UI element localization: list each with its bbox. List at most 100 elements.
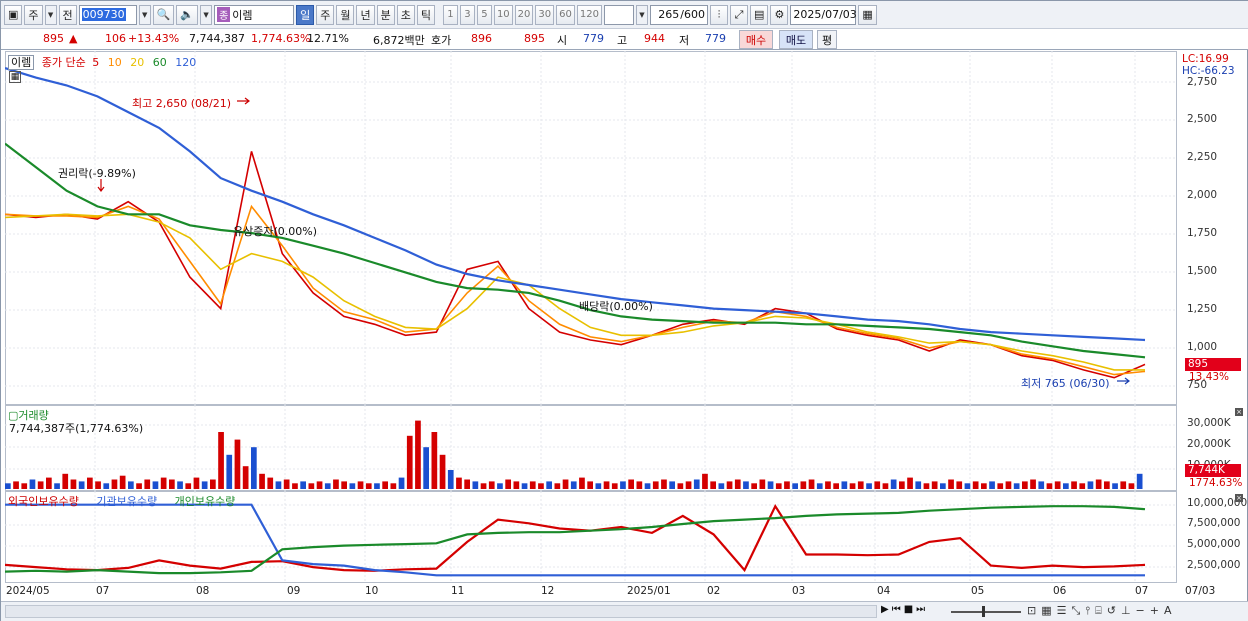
stop-icon[interactable]: ■ (904, 604, 913, 615)
volume-bar (1112, 483, 1118, 489)
volume-bar (636, 481, 643, 489)
reset-icon[interactable]: ↺ (1107, 604, 1116, 618)
speaker-icon[interactable]: 🔈 (176, 4, 199, 25)
fast-forward-icon[interactable]: ⏭ (916, 604, 925, 615)
evaluate-button[interactable]: 평 (817, 30, 837, 49)
font-size-icon[interactable]: A (1164, 604, 1172, 618)
list-icon[interactable]: ☰ (1057, 604, 1067, 618)
legend-foreign[interactable]: 외국인보유수량 (8, 495, 79, 508)
hoga-label: 호가 (431, 34, 452, 47)
candle-type-icon[interactable]: ⫶ (709, 4, 728, 25)
fit-icon[interactable]: ⌸ (1095, 604, 1102, 618)
volume-bar (324, 483, 331, 489)
period-day[interactable]: 일 (296, 4, 315, 25)
volume-bar (718, 483, 725, 489)
chart-window: ▣ 주 ▼ 전 009730 ▼ 🔍 🔈 ▼ 종 이렘 일 주 월 년 분 초 틱… (0, 0, 1248, 621)
search-icon[interactable]: 🔍 (152, 4, 175, 25)
volume-bar (13, 481, 19, 489)
interval-1[interactable]: 1 (442, 4, 458, 25)
volume-bar (915, 481, 922, 489)
split-icon[interactable]: ⊡ (1027, 604, 1036, 618)
volume-value: 7,744,387 (189, 32, 245, 45)
draw-tool-icon[interactable]: ⤢ (729, 4, 748, 25)
zoom-slider[interactable] (951, 611, 1021, 613)
right-tools: ⊡ ▦ ☰ ⤡ ⫯ ⌸ ↺ ⊥ − + A (1027, 604, 1172, 618)
lc-label: LC:16.99 (1182, 53, 1229, 65)
x-tick: 2024/05 (6, 585, 50, 597)
volume-chart[interactable] (5, 405, 1177, 491)
plus-icon[interactable]: + (1150, 604, 1159, 618)
period-month[interactable]: 월 (336, 4, 355, 25)
volume-bar (546, 481, 552, 489)
settings-gear-icon[interactable]: ⚙ (770, 4, 789, 25)
pane-close-icon[interactable]: × (1235, 408, 1243, 416)
period-week[interactable]: 주 (316, 4, 335, 25)
interval-20[interactable]: 20 (514, 4, 534, 25)
rewind-icon[interactable]: ⏮ (892, 604, 901, 615)
x-tick: 04 (877, 585, 891, 597)
interval-30[interactable]: 30 (535, 4, 555, 25)
save-icon[interactable]: ▤ (749, 4, 769, 25)
volume-bar (989, 481, 995, 489)
sell-button[interactable]: 매도 (779, 30, 813, 49)
pin-icon[interactable]: ⊥ (1121, 604, 1131, 618)
interval-5[interactable]: 5 (476, 4, 492, 25)
period-tick[interactable]: 틱 (416, 4, 435, 25)
volume-bar (554, 483, 561, 489)
stock-name-field[interactable]: 종 이렘 (214, 4, 295, 25)
pane-close-icon[interactable]: × (1235, 494, 1243, 502)
annotation-high: 최고 2,650 (08/21) (132, 97, 232, 110)
market-dropdown-icon[interactable]: ▼ (44, 4, 57, 25)
code-dropdown-icon[interactable]: ▼ (138, 4, 151, 25)
window-menu-icon[interactable]: ▣ (4, 4, 23, 25)
interval-3[interactable]: 3 (459, 4, 475, 25)
volume-bar (570, 481, 577, 489)
grid-icon[interactable]: ▦ (1041, 604, 1051, 618)
legend-individual[interactable]: 개인보유수량 (175, 495, 236, 508)
prev-button[interactable]: 전 (58, 4, 77, 25)
period-minute[interactable]: 분 (376, 4, 395, 25)
volume-bar (1128, 483, 1135, 489)
volume-bar (439, 454, 446, 489)
interval-dropdown-icon[interactable]: ▼ (635, 4, 648, 25)
scale-icon[interactable]: ⤡ (1072, 604, 1081, 618)
volume-bar (54, 483, 60, 489)
minus-icon[interactable]: − (1136, 604, 1145, 618)
buy-button[interactable]: 매수 (739, 30, 773, 49)
x-tick: 10 (365, 585, 379, 597)
count-field[interactable]: 265/600 (649, 4, 708, 25)
legend-institution[interactable]: 기관보유수량 (96, 495, 157, 508)
period-year[interactable]: 년 (356, 4, 375, 25)
play-icon[interactable]: ▶ (881, 604, 889, 615)
calendar-icon[interactable]: ▦ (858, 4, 877, 25)
holdings-legend: 외국인보유수량 기관보유수량 개인보유수량 (8, 493, 235, 509)
interval-120[interactable]: 120 (576, 4, 602, 25)
volume-bar (456, 477, 462, 489)
horizontal-scrollbar[interactable] (5, 605, 877, 618)
ma-10-label: 10 (107, 56, 122, 69)
period-second[interactable]: 초 (396, 4, 415, 25)
volume-bar (398, 477, 405, 489)
volume-bar (849, 483, 856, 489)
volume-bar (218, 432, 224, 489)
ma-title[interactable]: 종가 단순 (42, 56, 86, 69)
volume-bar (390, 483, 397, 489)
stock-label[interactable]: 이렘 (8, 55, 35, 70)
date-input[interactable]: 2025/07/03 (790, 4, 857, 25)
stock-code-input[interactable]: 009730 (78, 4, 137, 25)
grid-toggle-icon[interactable]: ▦ (9, 71, 21, 83)
zoom-slider-thumb[interactable] (982, 606, 985, 617)
interval-60[interactable]: 60 (556, 4, 575, 25)
volume-bar (1005, 481, 1012, 489)
nav-controls: ▶ ⏮ ■ ⏭ (881, 604, 925, 615)
interval-10[interactable]: 10 (493, 4, 513, 25)
market-select[interactable]: 주 (24, 4, 43, 25)
interval-custom-input[interactable] (603, 4, 634, 25)
volume-bar (1030, 479, 1036, 489)
ruler-icon[interactable]: ⫯ (1085, 604, 1090, 618)
speaker-dropdown-icon[interactable]: ▼ (200, 4, 213, 25)
volume-bar (415, 420, 421, 489)
ma-20-label: 20 (130, 56, 145, 69)
x-tick: 09 (287, 585, 301, 597)
volume-bar (1046, 483, 1053, 489)
